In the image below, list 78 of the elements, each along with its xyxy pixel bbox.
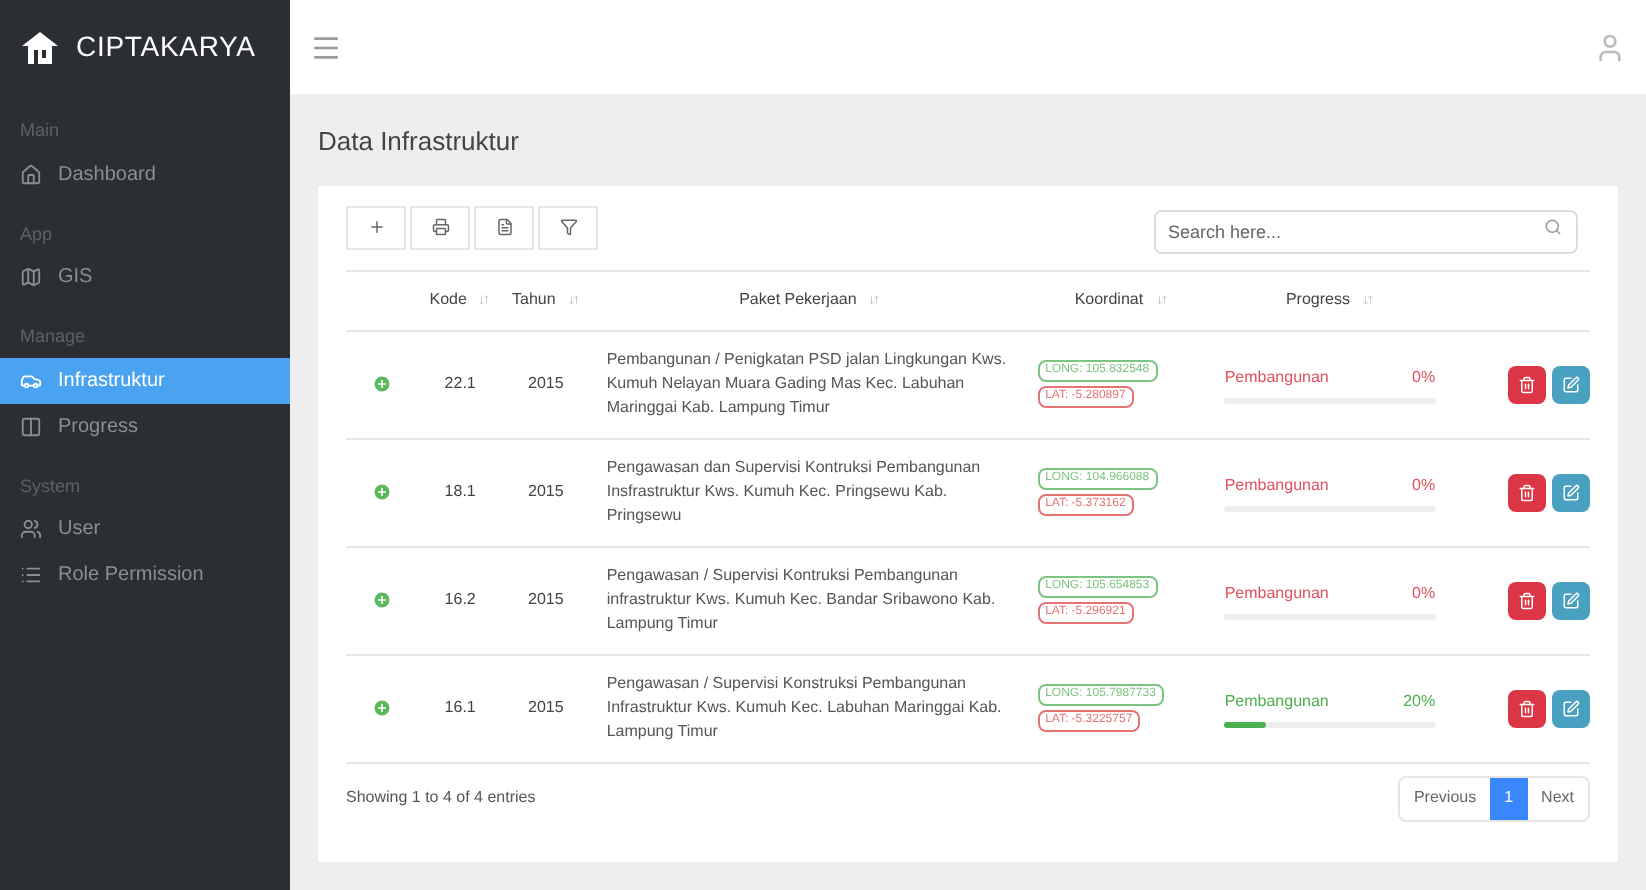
progress-percent: 0% — [1412, 365, 1436, 389]
users-icon — [20, 518, 42, 540]
plus-icon — [367, 218, 385, 236]
table-cell: 16.2 — [419, 546, 501, 654]
table-cell: 2015 — [500, 546, 591, 654]
edit-button[interactable] — [1552, 473, 1590, 511]
document-icon — [495, 218, 513, 236]
expand-icon[interactable] — [372, 481, 393, 502]
table-cell: Pengawasan / Supervisi Kontruksi Pembangunan infrastruktur Kws. Kumuh Kec. Bandar Sribawono Kab. Lampung Timur — [590, 546, 1030, 654]
column-header[interactable]: Koordinat — [1029, 270, 1213, 330]
edit-icon — [1562, 483, 1580, 501]
column-header[interactable]: Kode — [419, 270, 501, 330]
sidebar-item[interactable]: Progress — [0, 403, 290, 449]
progress-percent: 0% — [1412, 581, 1436, 605]
sort-icon — [567, 294, 580, 306]
trash-icon — [1518, 591, 1536, 609]
filter-button[interactable] — [538, 205, 598, 249]
delete-button[interactable] — [1508, 689, 1546, 727]
page-title: Data Infrastruktur — [318, 124, 521, 160]
search-icon — [1544, 217, 1562, 235]
edit-icon — [1562, 699, 1580, 717]
sidebar-item[interactable]: User — [0, 506, 290, 552]
delete-button[interactable] — [1508, 581, 1546, 619]
expand-icon[interactable] — [372, 589, 393, 610]
progress-label: Pembangunan — [1224, 689, 1329, 713]
edit-icon — [1562, 375, 1580, 393]
table-cell: Pengawasan / Supervisi Konstruksi Pembangunan Infrastruktur Kws. Kumuh Kec. Labuhan Maringgai Kab. Lampung Timur — [590, 654, 1030, 762]
table-cell: Pengawasan dan Supervisi Kontruksi Pembangunan Insfrastruktur Kws. Kumuh Kec. Pringsewu Kab. Pringsewu — [590, 438, 1030, 546]
progress-percent: 0% — [1412, 473, 1436, 497]
sidebar-item[interactable]: GIS — [0, 254, 290, 300]
sort-icon — [1155, 294, 1168, 306]
edit-button[interactable] — [1552, 365, 1590, 403]
sidebar-item[interactable]: Dashboard — [0, 151, 290, 197]
edit-icon — [1562, 591, 1580, 609]
trash-icon — [1518, 699, 1536, 717]
page-link[interactable]: 1 — [1490, 777, 1528, 819]
delete-button[interactable] — [1508, 365, 1546, 403]
page-link[interactable]: Previous — [1399, 777, 1491, 819]
entries-info: Showing 1 to 4 of 4 entries — [346, 786, 536, 810]
printer-icon — [431, 218, 449, 236]
table-cell: 2015 — [500, 438, 591, 546]
sort-icon — [868, 294, 881, 306]
table-cell: Pembangunan / Penigkatan PSD jalan Lingkungan Kws. Kumuh Nelayan Muara Gading Mas Kec. Labuhan Maringgai Kab. Lampung Timur — [590, 330, 1030, 438]
sort-icon — [1361, 294, 1374, 306]
trash-icon — [1518, 375, 1536, 393]
map-icon — [20, 266, 42, 288]
progress-label: Pembangunan — [1224, 365, 1329, 389]
search-field[interactable]: Search here... — [1154, 209, 1578, 253]
expand-icon[interactable] — [372, 373, 393, 394]
logo-icon — [20, 29, 60, 65]
edit-button[interactable] — [1552, 581, 1590, 619]
table-cell: 18.1 — [419, 438, 501, 546]
column-header[interactable]: Paket Pekerjaan — [590, 270, 1030, 330]
table-cell: 16.1 — [419, 654, 501, 762]
progress-label: Pembangunan — [1224, 581, 1329, 605]
column-header[interactable]: Progress — [1212, 270, 1448, 330]
user-avatar-icon[interactable] — [1594, 31, 1626, 63]
list-icon — [20, 564, 42, 586]
progress-percent: 20% — [1403, 689, 1436, 713]
pdf-button[interactable] — [474, 205, 534, 249]
table-cell: 2015 — [500, 330, 591, 438]
column-header[interactable]: Tahun — [500, 270, 591, 330]
delete-button[interactable] — [1508, 473, 1546, 511]
edit-button[interactable] — [1552, 689, 1590, 727]
menu-icon[interactable] — [310, 31, 342, 63]
filter-icon — [559, 218, 577, 236]
trash-icon — [1518, 483, 1536, 501]
expand-icon[interactable] — [372, 697, 393, 718]
print-button[interactable] — [410, 205, 470, 249]
table-cell: 22.1 — [419, 330, 501, 438]
home-icon — [20, 163, 42, 185]
page-link[interactable]: Next — [1527, 777, 1588, 819]
columns-icon — [20, 415, 42, 437]
sort-icon — [478, 294, 491, 306]
sidebar-item[interactable]: Role Permission — [0, 552, 290, 598]
table-cell: 2015 — [500, 654, 591, 762]
brand-name: CIPTAKARYA — [76, 28, 256, 66]
progress-label: Pembangunan — [1224, 473, 1329, 497]
